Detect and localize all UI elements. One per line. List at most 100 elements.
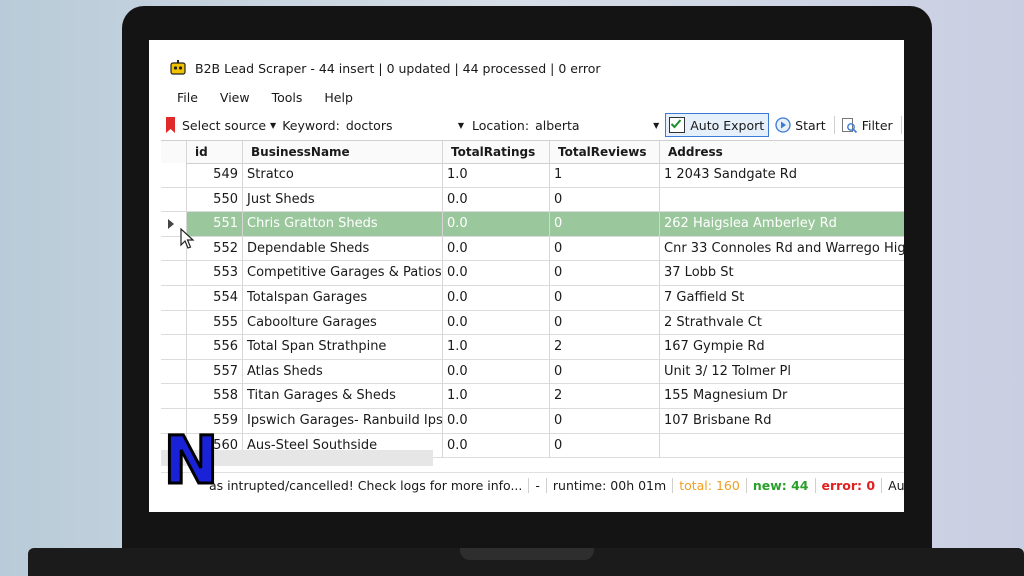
table-row[interactable]: 552 Dependable Sheds 0.0 0 Cnr 33 Connoles R… bbox=[161, 236, 904, 262]
cell-total-reviews[interactable]: 2 bbox=[550, 335, 660, 360]
cell-id[interactable]: 549 bbox=[187, 163, 243, 187]
row-header[interactable] bbox=[161, 286, 187, 310]
table-row[interactable]: 555 Caboolture Garages 0.0 0 2 Strathvale Ct bbox=[161, 310, 904, 336]
cell-business-name[interactable]: Total Span Strathpine bbox=[243, 335, 443, 360]
cell-total-reviews[interactable]: 0 bbox=[550, 409, 660, 433]
location-input[interactable] bbox=[535, 117, 652, 133]
auto-export-label: Auto Export bbox=[690, 117, 765, 133]
cell-address[interactable]: 155 Magnesium Dr bbox=[660, 384, 904, 408]
current-row-arrow-icon bbox=[168, 219, 174, 230]
table-row[interactable]: 553 Competitive Garages & Patios 0.0 0 37 Lo… bbox=[161, 261, 904, 286]
table-row[interactable]: 556 Total Span Strathpine 1.0 2 167 Gympie R… bbox=[161, 335, 904, 360]
table-row[interactable]: 551 Chris Gratton Sheds 0.0 0 262 Haigslea A… bbox=[161, 212, 904, 237]
cell-total-reviews[interactable]: 0 bbox=[550, 212, 660, 237]
cell-business-name[interactable]: Chris Gratton Sheds bbox=[243, 212, 443, 237]
play-icon bbox=[775, 117, 791, 133]
cell-business-name[interactable]: Totalspan Garages bbox=[243, 286, 443, 310]
cell-id[interactable]: 553 bbox=[187, 261, 243, 286]
menu-file[interactable]: File bbox=[149, 90, 208, 105]
cell-total-ratings[interactable]: 0.0 bbox=[443, 286, 550, 310]
cell-total-reviews[interactable]: 0 bbox=[550, 286, 660, 310]
select-source-dropdown[interactable]: Select source ▼ bbox=[182, 118, 276, 133]
row-header[interactable] bbox=[161, 310, 187, 335]
row-header[interactable] bbox=[161, 335, 187, 359]
cell-total-ratings[interactable]: 0.0 bbox=[443, 261, 550, 286]
col-header-total-reviews[interactable]: TotalReviews bbox=[550, 141, 660, 163]
cell-address[interactable] bbox=[660, 434, 904, 458]
cell-address[interactable]: Cnr 33 Connoles Rd and Warrego Highwa bbox=[660, 237, 904, 261]
menu-help[interactable]: Help bbox=[312, 90, 363, 105]
cell-business-name[interactable]: Dependable Sheds bbox=[243, 236, 443, 261]
cell-address[interactable]: 167 Gympie Rd bbox=[660, 335, 904, 359]
cell-business-name[interactable]: Atlas Sheds bbox=[243, 359, 443, 384]
table-row[interactable]: 559 Ipswich Garages- Ranbuild Ips... 0.0 0 1… bbox=[161, 409, 904, 434]
col-header-business-name[interactable]: BusinessName bbox=[243, 141, 443, 163]
cell-id[interactable]: 550 bbox=[187, 187, 243, 212]
cell-business-name[interactable]: Stratco bbox=[243, 163, 443, 187]
row-header[interactable] bbox=[161, 261, 187, 285]
cell-total-reviews[interactable]: 0 bbox=[550, 310, 660, 335]
cell-total-reviews[interactable]: 2 bbox=[550, 384, 660, 409]
cell-total-reviews[interactable]: 0 bbox=[550, 187, 660, 212]
cell-total-ratings[interactable]: 1.0 bbox=[443, 163, 550, 187]
cell-id[interactable]: 558 bbox=[187, 384, 243, 409]
menu-view[interactable]: View bbox=[208, 90, 260, 105]
col-header-address[interactable]: Address bbox=[660, 141, 904, 163]
row-header[interactable] bbox=[161, 359, 187, 384]
table-row[interactable]: 558 Titan Garages & Sheds 1.0 2 155 Magnesiu… bbox=[161, 384, 904, 409]
cell-total-ratings[interactable]: 0.0 bbox=[443, 187, 550, 212]
cell-total-reviews[interactable]: 0 bbox=[550, 261, 660, 286]
table-row[interactable]: 550 Just Sheds 0.0 0 bbox=[161, 187, 904, 213]
location-dropdown-icon[interactable]: ▼ bbox=[653, 121, 659, 130]
col-header-id[interactable]: id bbox=[187, 141, 243, 163]
cell-business-name[interactable]: Titan Garages & Sheds bbox=[243, 384, 443, 409]
row-header[interactable] bbox=[161, 187, 187, 212]
status-runtime: runtime: 00h 01m bbox=[547, 477, 674, 493]
cell-id[interactable]: 554 bbox=[187, 286, 243, 310]
cell-business-name[interactable]: Ipswich Garages- Ranbuild Ips... bbox=[243, 409, 443, 433]
bookmark-icon bbox=[166, 117, 175, 133]
cell-business-name[interactable]: Caboolture Garages bbox=[243, 310, 443, 335]
cell-total-ratings[interactable]: 1.0 bbox=[443, 335, 550, 360]
cell-total-ratings[interactable]: 0.0 bbox=[443, 212, 550, 237]
row-header[interactable] bbox=[161, 163, 187, 187]
cell-id[interactable]: 556 bbox=[187, 335, 243, 360]
status-new: new: 44 bbox=[747, 477, 816, 493]
cell-total-ratings[interactable]: 0.0 bbox=[443, 310, 550, 335]
cell-business-name[interactable]: Just Sheds bbox=[243, 187, 443, 212]
keyword-dropdown-icon[interactable]: ▼ bbox=[458, 121, 464, 130]
cell-address[interactable]: 2 Strathvale Ct bbox=[660, 311, 904, 335]
table-row[interactable]: 549 Stratco 1.0 1 1 2043 Sandgate Rd bbox=[161, 163, 904, 188]
cell-total-reviews[interactable]: 0 bbox=[550, 236, 660, 261]
start-label: Start bbox=[795, 117, 826, 133]
cell-business-name[interactable]: Competitive Garages & Patios bbox=[243, 261, 443, 286]
cell-address[interactable]: 37 Lobb St bbox=[660, 261, 904, 285]
cell-total-reviews[interactable]: 0 bbox=[550, 359, 660, 384]
cell-address[interactable] bbox=[660, 188, 904, 212]
cell-total-ratings[interactable]: 0.0 bbox=[443, 359, 550, 384]
keyword-input[interactable] bbox=[345, 117, 456, 133]
col-header-total-ratings[interactable]: TotalRatings bbox=[443, 141, 550, 163]
cell-address[interactable]: Unit 3/ 12 Tolmer Pl bbox=[660, 360, 904, 384]
cell-address[interactable]: 7 Gaffield St bbox=[660, 286, 904, 310]
start-button[interactable]: Start bbox=[775, 117, 826, 133]
menu-bar: File View Tools Help bbox=[149, 86, 904, 108]
cell-total-ratings[interactable]: 0.0 bbox=[443, 409, 550, 433]
cell-id[interactable]: 555 bbox=[187, 310, 243, 335]
cell-address[interactable]: 262 Haigslea Amberley Rd bbox=[660, 212, 904, 236]
cell-id[interactable]: 557 bbox=[187, 359, 243, 384]
cell-address[interactable]: 107 Brisbane Rd bbox=[660, 409, 904, 433]
cell-total-reviews[interactable]: 0 bbox=[550, 433, 660, 458]
table-row[interactable]: 554 Totalspan Garages 0.0 0 7 Gaffield St bbox=[161, 286, 904, 311]
toolbar-separator bbox=[900, 116, 902, 134]
cell-total-ratings[interactable]: 1.0 bbox=[443, 384, 550, 409]
table-row[interactable]: 557 Atlas Sheds 0.0 0 Unit 3/ 12 Tolmer Pl bbox=[161, 359, 904, 385]
cell-total-reviews[interactable]: 1 bbox=[550, 163, 660, 187]
auto-export-toggle[interactable]: Auto Export bbox=[665, 113, 770, 137]
cell-address[interactable]: 1 2043 Sandgate Rd bbox=[660, 163, 904, 187]
cell-total-ratings[interactable]: 0.0 bbox=[443, 236, 550, 261]
row-header[interactable] bbox=[161, 384, 187, 408]
cell-total-ratings[interactable]: 0.0 bbox=[443, 433, 550, 458]
filter-button[interactable]: Filter bbox=[841, 117, 893, 134]
menu-tools[interactable]: Tools bbox=[260, 90, 313, 105]
